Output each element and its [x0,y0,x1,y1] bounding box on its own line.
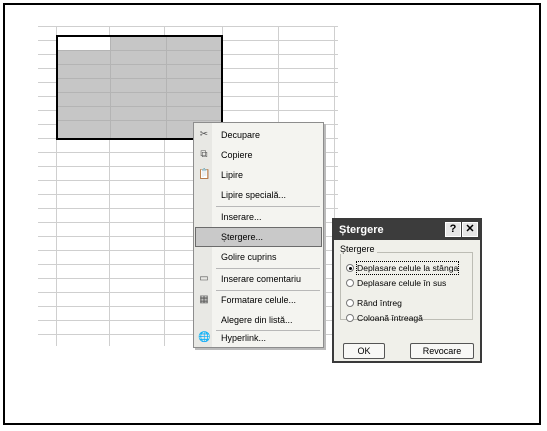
menu-item-pick-from-list[interactable]: Alegere din listă... [195,310,322,330]
radio-entire-row[interactable]: Rând întreg [346,297,474,309]
close-button[interactable]: ✕ [462,222,478,237]
hyperlink-icon: 🌐 [198,332,211,343]
paste-icon: 📋 [198,169,211,180]
menu-item-paste-special[interactable]: Lipire specială... [195,185,322,205]
menu-item-cut[interactable]: ✂ Decupare [195,125,322,145]
help-button[interactable]: ? [445,222,461,237]
context-menu: ✂ Decupare ⧉ Copiere 📋 Lipire Lipire spe… [193,122,324,348]
radio-shift-up[interactable]: Deplasare celule în sus [346,277,474,289]
menu-item-clear-contents[interactable]: Golire cuprins [195,247,322,267]
group-label: Ștergere [338,244,377,254]
radio-label: Deplasare celule la stânga [355,261,460,275]
menu-item-label: Decupare [221,130,261,140]
menu-item-label: Hyperlink... [221,333,267,343]
menu-item-label: Lipire [221,170,244,180]
menu-item-delete[interactable]: Ștergere... [195,227,322,247]
radio-label: Coloană întreagă [357,313,423,323]
dialog-title-bar[interactable]: Ștergere ? ✕ [334,220,480,240]
copy-icon: ⧉ [200,149,208,160]
cancel-button[interactable]: Revocare [410,343,474,359]
menu-item-paste[interactable]: 📋 Lipire [195,165,322,185]
ok-button[interactable]: OK [343,343,385,359]
radio-button[interactable] [346,299,354,307]
radio-button[interactable] [346,279,354,287]
menu-item-label: Alegere din listă... [221,315,293,325]
menu-item-hyperlink[interactable]: 🌐 Hyperlink... [195,328,322,348]
comment-icon: ▭ [199,273,209,284]
menu-item-label: Ștergere... [221,232,264,242]
radio-shift-left[interactable]: Deplasare celule la stânga [346,261,474,275]
delete-dialog: Ștergere ? ✕ Ștergere Deplasare celule l… [332,218,482,363]
scissors-icon: ✂ [199,129,209,140]
dialog-title: Ștergere [339,224,384,236]
radio-button[interactable] [346,314,354,322]
menu-item-label: Copiere [221,150,253,160]
menu-item-insert-comment[interactable]: ▭ Inserare comentariu [195,269,322,289]
menu-item-label: Formatare celule... [221,295,297,305]
radio-button[interactable] [346,264,354,272]
menu-item-format-cells[interactable]: ▦ Formatare celule... [195,290,322,310]
radio-entire-column[interactable]: Coloană întreagă [346,312,474,324]
active-cell[interactable] [58,37,110,50]
menu-item-label: Inserare... [221,212,262,222]
menu-item-label: Golire cuprins [221,252,277,262]
menu-item-label: Inserare comentariu [221,274,302,284]
format-cells-icon: ▦ [199,294,209,305]
radio-label: Deplasare celule în sus [357,278,447,288]
menu-item-copy[interactable]: ⧉ Copiere [195,145,322,165]
radio-label: Rând întreg [357,298,402,308]
menu-item-insert[interactable]: Inserare... [195,207,322,227]
menu-item-label: Lipire specială... [221,190,287,200]
